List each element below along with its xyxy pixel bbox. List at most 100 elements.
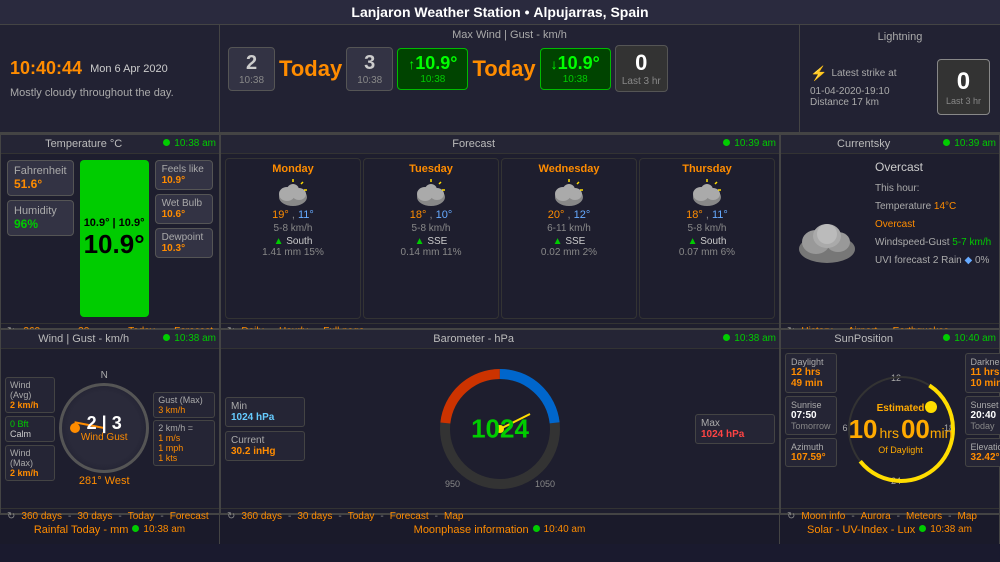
- baro-gauge-val: 1024: [471, 413, 529, 444]
- daylight-val: 12 hrs 49 min: [791, 367, 823, 389]
- baro-footer-30[interactable]: 30 days: [297, 511, 332, 522]
- wind-ms-val: 1 m/s: [158, 433, 210, 443]
- sun-estimated-label: Estimated: [849, 403, 953, 414]
- temp-panel-time: 10:38 am: [163, 138, 216, 149]
- wind-max-label: Wind (Max): [10, 448, 50, 468]
- gust-green-sub: 10:38: [551, 74, 600, 85]
- temp-green-dot: [163, 139, 170, 146]
- rainfall-time: 10:38 am: [132, 524, 185, 535]
- wednesday-dir: ▲ SSE: [506, 236, 632, 247]
- lightning-latest-label: Latest strike at: [831, 68, 896, 79]
- dewpoint-badge: Dewpoint 10.3°: [155, 228, 213, 258]
- thursday-dir: ▲ South: [644, 236, 770, 247]
- wind-green-value: ↑10.9°: [408, 53, 457, 74]
- gust-max-value: 3: [357, 52, 382, 75]
- tuesday-weather-icon: [411, 177, 451, 207]
- sun-panel-time: 10:40 am: [943, 333, 996, 344]
- monday-weather-icon: [273, 177, 313, 207]
- thursday-temp: 18° , 11°: [644, 209, 770, 221]
- baro-footer-forecast[interactable]: Forecast: [390, 511, 429, 522]
- baro-cycle-icon: ↻: [227, 511, 235, 522]
- humidity-badge: Humidity 96%: [7, 200, 74, 236]
- forecast-inner: Monday 19° , 11° 5-8 km/h ▲ South: [221, 154, 779, 323]
- baro-footer-360[interactable]: 360 days: [241, 511, 282, 522]
- gauge-scale-low: 950: [445, 479, 460, 489]
- wind-footer-30[interactable]: 30 days: [77, 511, 112, 522]
- top-left-section: 10:40:44 Mon 6 Apr 2020 Mostly cloudy th…: [0, 25, 220, 132]
- sunposition-panel: SunPosition 10:40 am Daylight 12 hrs 49 …: [780, 329, 1000, 514]
- gauge-value-display: 1024: [471, 413, 529, 444]
- baro-footer: ↻ 360 days - 30 days - Today - Forecast …: [221, 508, 779, 524]
- currentsky-panel: Currentsky 10:39 am Overcast This hour:: [780, 134, 1000, 329]
- baro-current-label: Current: [231, 435, 299, 446]
- sun-min: 00: [901, 414, 930, 445]
- gust-max-item: Gust (Max) 3 km/h: [153, 392, 215, 418]
- forecast-panel-title: Forecast 10:39 am: [221, 135, 779, 154]
- gust-max-sub: 10:38: [357, 75, 382, 86]
- wednesday-weather-icon: [549, 177, 589, 207]
- baro-footer-today[interactable]: Today: [348, 511, 375, 522]
- dewpoint-value: 10.3°: [162, 243, 206, 254]
- lightning-row: ⚡ Latest strike at 01-04-2020-19:10 Dist…: [810, 47, 990, 126]
- feels-like-label: Feels like: [162, 164, 206, 175]
- sky-wind-val: 5-7 km/h: [952, 237, 991, 248]
- wind-bft-calm: Calm: [10, 429, 50, 439]
- wind-bft-stat: 0 Bft Calm: [5, 416, 55, 442]
- rainfall-title: Rainfal Today - mm: [34, 524, 129, 536]
- lightning-last3-label: Last 3 hr: [946, 96, 981, 106]
- sun-footer-map[interactable]: Map: [957, 511, 976, 522]
- wind-footer-today[interactable]: Today: [128, 511, 155, 522]
- tuesday-rain: 0.14 mm 11%: [368, 247, 494, 258]
- wind-panel: Wind | Gust - km/h 10:38 am Wind (Avg) 2…: [0, 329, 220, 514]
- lightning-distance: Distance 17 km: [810, 97, 929, 108]
- daylight-label: Daylight: [791, 357, 831, 367]
- baro-max-label: Max: [701, 418, 769, 429]
- temp-main-display: 10.9° | 10.9° 10.9°: [80, 160, 149, 317]
- forecast-tuesday: Tuesday 18° , 10° 5-8 km/h ▲ SSE: [363, 158, 499, 319]
- wind-bft-label: 0 Bft: [10, 419, 50, 429]
- wind-ms-label: 2 km/h =: [158, 423, 210, 433]
- currentsky-title: Currentsky 10:39 am: [781, 135, 999, 154]
- currentsky-title-text: Currentsky: [837, 138, 890, 150]
- sky-temp-val: 14°C: [934, 201, 956, 212]
- wet-bulb-value: 10.6°: [162, 209, 206, 220]
- sky-text-area: Overcast This hour: Temperature 14°C Ove…: [875, 160, 993, 317]
- fahrenheit-value: 51.6°: [14, 177, 67, 191]
- dewpoint-label: Dewpoint: [162, 232, 206, 243]
- wind-panel-title: Wind | Gust - km/h 10:38 am: [1, 330, 219, 349]
- forecast-thursday: Thursday 18° , 11° 5-8 km/h ▲ South: [639, 158, 775, 319]
- wind-footer-360[interactable]: 360 days: [21, 511, 62, 522]
- lightning-zero-val: 0: [946, 68, 981, 96]
- wind-avg-value: 2 km/h: [10, 400, 50, 410]
- temp-left: Fahrenheit 51.6° Humidity 96%: [7, 160, 74, 317]
- baro-max-stat: Max 1024 hPa: [695, 414, 775, 444]
- sky-icon-area: [787, 160, 867, 317]
- wind-footer-forecast[interactable]: Forecast: [170, 511, 209, 522]
- azimuth-val: 107.59°: [791, 452, 826, 463]
- sun-hrs: 10: [849, 414, 878, 445]
- baro-panel-title: Barometer - hPa 10:38 am: [221, 330, 779, 349]
- humidity-label: Humidity: [14, 205, 67, 217]
- sun-footer-moon[interactable]: Moon info: [801, 511, 845, 522]
- tuesday-temp: 18° , 10°: [368, 209, 494, 221]
- sun-footer-aurora[interactable]: Aurora: [861, 511, 891, 522]
- temp-right: Feels like 10.9° Wet Bulb 10.6° Dewpoint…: [155, 160, 213, 317]
- sun-min-label: min: [930, 425, 953, 441]
- wednesday-temp: 20° , 12°: [506, 209, 632, 221]
- wednesday-wind: 6-11 km/h: [506, 223, 632, 234]
- moon-time: 10:40 am: [533, 524, 586, 535]
- wind-max-value: 2: [239, 52, 264, 75]
- wind-panel-footer: ↻ 360 days - 30 days - Today - Forecast: [1, 508, 219, 524]
- fahrenheit-label: Fahrenheit: [14, 165, 67, 177]
- wind-degree-display: 281° West: [79, 475, 130, 487]
- thursday-rain: 0.07 mm 6%: [644, 247, 770, 258]
- wind-right: Gust (Max) 3 km/h 2 km/h = 1 m/s 1 mph 1…: [153, 353, 215, 504]
- forecast-panel-time: 10:39 am: [723, 138, 776, 149]
- baro-inner: Min 1024 hPa Current 30.2 inHg: [221, 349, 779, 508]
- sun-footer-meteors[interactable]: Meteors: [906, 511, 942, 522]
- gust-max-box: 3 10:38: [346, 47, 393, 91]
- temp-current-big: 10.9°: [84, 229, 145, 260]
- clock-display: 10:40:44: [10, 58, 82, 79]
- baro-footer-map[interactable]: Map: [444, 511, 463, 522]
- last3hr-label: Last 3 hr: [622, 76, 661, 87]
